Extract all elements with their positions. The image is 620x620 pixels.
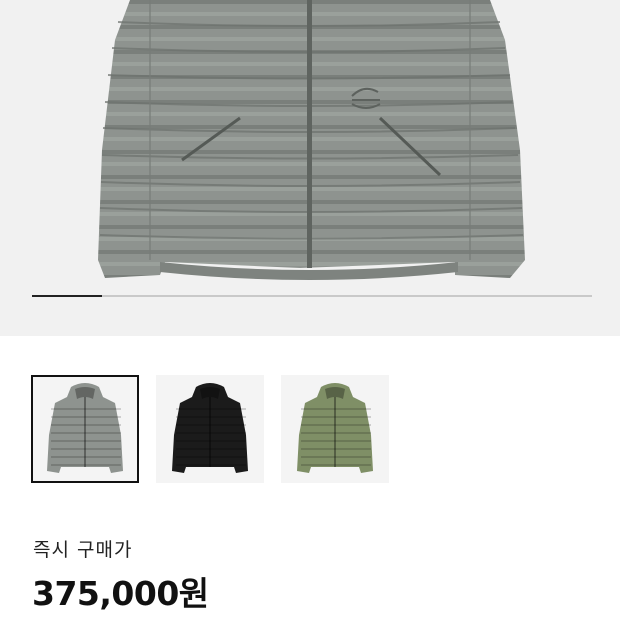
price-label: 즉시 구매가 (33, 539, 133, 561)
product-image-carousel[interactable] (0, 0, 620, 336)
thumbnail-gray[interactable] (31, 375, 139, 483)
thumbnail-black[interactable] (156, 375, 264, 483)
thumbnail-olive[interactable] (281, 375, 389, 483)
gallery-progress-bar (32, 295, 592, 297)
jacket-image (98, 0, 525, 280)
gallery-progress-fill (32, 295, 102, 297)
price-value: 375,000원 (32, 574, 209, 613)
